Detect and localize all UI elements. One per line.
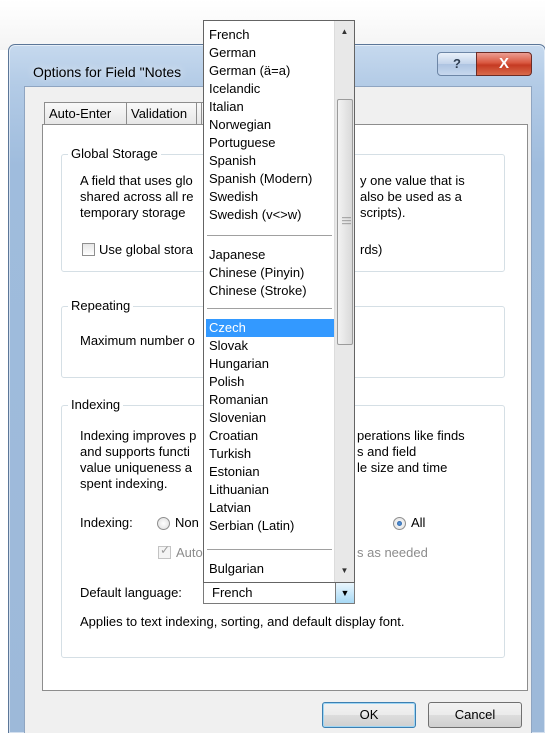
language-option[interactable]: Spanish (Modern) [209, 170, 312, 188]
scrollbar-thumb[interactable]: ― ― ― [337, 99, 353, 345]
tab-auto-enter[interactable]: Auto-Enter [44, 102, 127, 125]
dropdown-separator [207, 549, 332, 550]
auto-create-label-suffix: s as needed [357, 545, 428, 560]
default-language-value: French [212, 585, 253, 600]
language-dropdown-list[interactable]: French German German (ä=a) Icelandic Ita… [203, 20, 355, 583]
language-option[interactable]: Chinese (Pinyin) [209, 264, 304, 282]
indexing-desc-line: le size and time [357, 460, 448, 475]
language-option[interactable]: German [209, 44, 256, 62]
language-option[interactable]: Estonian [209, 463, 260, 481]
language-option[interactable]: Polish [209, 373, 244, 391]
auto-create-label: Auto [176, 545, 203, 560]
default-language-select[interactable]: French ▼ [203, 582, 355, 604]
repeating-legend: Repeating [68, 298, 134, 313]
dialog-title: Options for Field "Notes [33, 64, 182, 80]
default-language-note: Applies to text indexing, sorting, and d… [80, 614, 405, 629]
indexing-desc-line: perations like finds [357, 428, 465, 443]
indexing-all-label: All [411, 515, 426, 530]
language-option[interactable]: Latvian [209, 499, 251, 517]
language-option[interactable]: Portuguese [209, 134, 276, 152]
indexing-desc-line: Indexing improves p [80, 428, 197, 443]
global-storage-desc-line: temporary storage [80, 205, 186, 220]
chevron-down-icon[interactable]: ▼ [335, 583, 354, 603]
indexing-label: Indexing: [80, 515, 133, 530]
language-option[interactable]: German (ä=a) [209, 62, 290, 80]
global-storage-legend: Global Storage [68, 146, 161, 161]
cancel-button[interactable]: Cancel [428, 702, 522, 728]
language-option[interactable]: Romanian [209, 391, 268, 409]
dropdown-separator [207, 235, 332, 236]
indexing-none-label: Non [175, 515, 199, 530]
indexing-desc-line: and supports functi [80, 444, 190, 459]
use-global-storage-label: Use global stora [99, 242, 193, 257]
language-option-selected[interactable]: Czech [206, 319, 335, 337]
language-option[interactable]: Italian [209, 98, 244, 116]
language-option[interactable]: Norwegian [209, 116, 271, 134]
tab-storage[interactable] [196, 102, 202, 125]
language-option[interactable]: Bulgarian [209, 560, 264, 578]
close-button[interactable]: X [476, 52, 532, 76]
indexing-none-radio[interactable] [157, 517, 170, 530]
grip-icon: ― ― ― [342, 212, 351, 228]
language-option[interactable]: Turkish [209, 445, 251, 463]
tab-validation[interactable]: Validation [126, 102, 204, 125]
language-option[interactable]: Slovak [209, 337, 248, 355]
language-option[interactable]: Croatian [209, 427, 258, 445]
use-global-storage-checkbox[interactable] [82, 243, 95, 256]
language-option[interactable]: Hungarian [209, 355, 269, 373]
language-option[interactable]: Swedish [209, 188, 258, 206]
default-language-label: Default language: [80, 585, 182, 600]
scroll-up-icon[interactable]: ▲ [335, 23, 354, 40]
dropdown-separator [207, 308, 332, 309]
language-option[interactable]: Japanese [209, 246, 265, 264]
indexing-desc-line: s and field [357, 444, 417, 459]
language-option[interactable]: Swedish (v<>w) [209, 206, 301, 224]
indexing-legend: Indexing [68, 397, 124, 412]
checkmark-icon: ✓ [160, 543, 171, 557]
auto-create-checkbox[interactable]: ✓ [158, 543, 171, 559]
global-storage-desc-line: A field that uses glo [80, 173, 193, 188]
global-storage-desc-line: y one value that is [360, 173, 465, 188]
language-option[interactable]: Lithuanian [209, 481, 269, 499]
ok-button[interactable]: OK [322, 702, 416, 728]
indexing-desc-line: value uniqueness a [80, 460, 193, 475]
indexing-all-radio[interactable] [393, 517, 406, 530]
global-storage-desc-line: scripts). [360, 205, 406, 220]
language-option[interactable]: Slovenian [209, 409, 266, 427]
language-option[interactable]: French [209, 26, 249, 44]
dropdown-scrollbar[interactable]: ▲ ― ― ― ▼ [334, 21, 354, 582]
help-button[interactable]: ? [437, 52, 477, 76]
language-option[interactable]: Spanish [209, 152, 256, 170]
language-option[interactable]: Serbian (Latin) [209, 517, 294, 535]
global-storage-desc-line: also be used as a [360, 189, 462, 204]
scroll-down-icon[interactable]: ▼ [335, 562, 354, 579]
use-global-storage-label-suffix: rds) [360, 242, 383, 257]
language-option[interactable]: Chinese (Stroke) [209, 282, 307, 300]
indexing-desc-line: spent indexing. [80, 476, 168, 491]
max-repetitions-label: Maximum number o [80, 333, 195, 348]
language-option[interactable]: Icelandic [209, 80, 260, 98]
global-storage-desc-line: shared across all re [80, 189, 194, 204]
